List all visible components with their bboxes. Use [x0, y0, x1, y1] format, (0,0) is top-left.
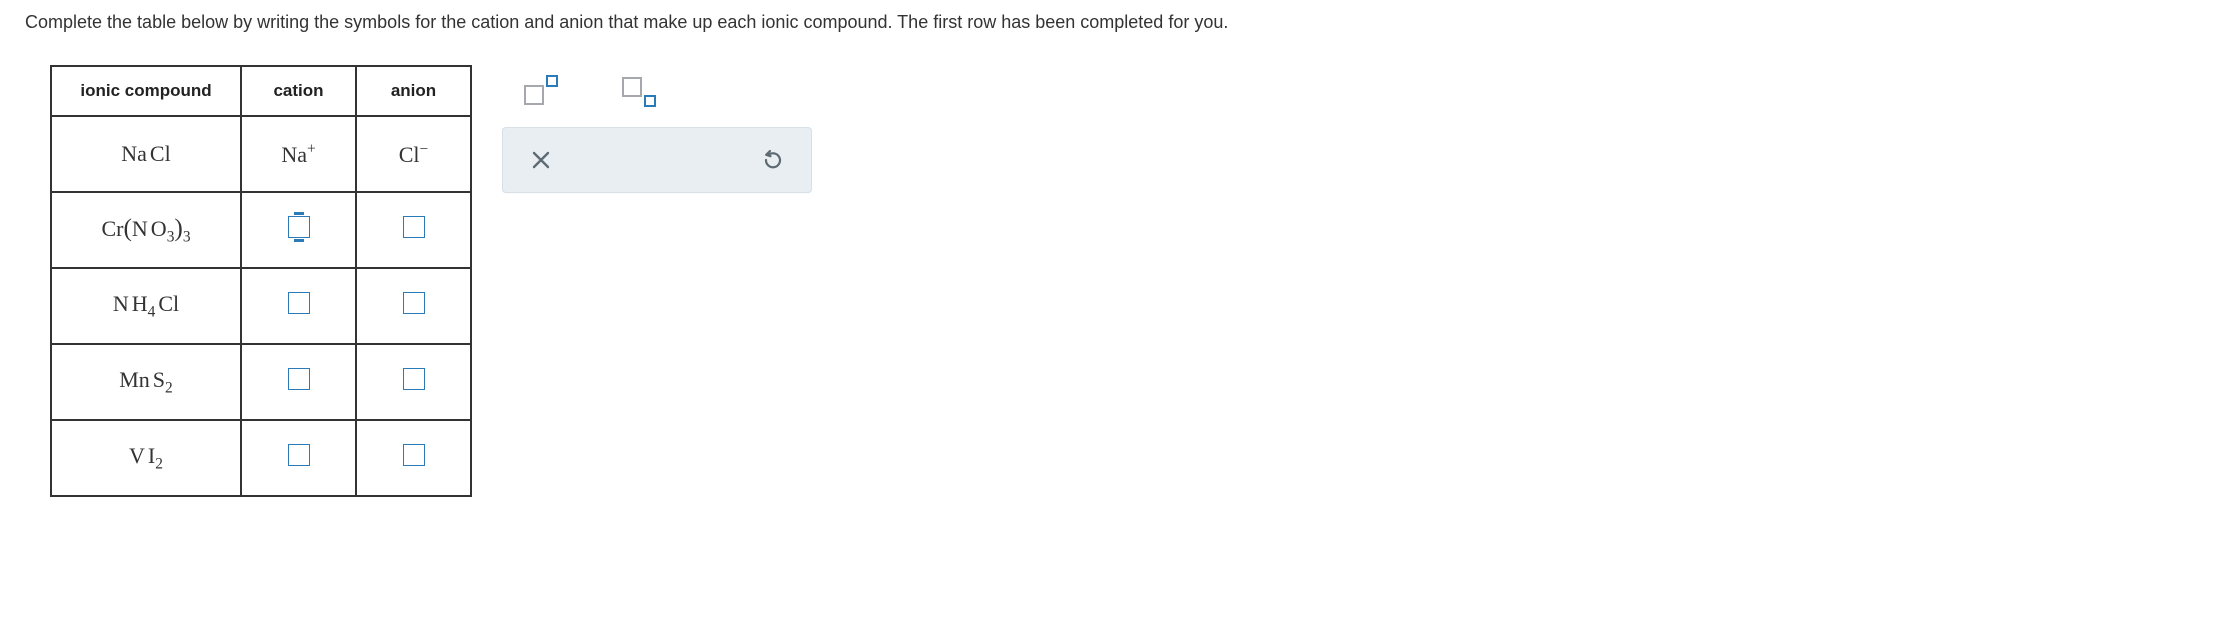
table-row: Cr(NO3)3 — [51, 192, 471, 268]
superscript-button[interactable] — [522, 75, 560, 107]
cation-cell[interactable] — [241, 420, 356, 496]
anion-input[interactable] — [403, 368, 425, 390]
compound-cell: Cr(NO3)3 — [51, 192, 241, 268]
subscript-button[interactable] — [620, 75, 658, 107]
close-icon — [529, 148, 553, 172]
compound-cell: MnS2 — [51, 344, 241, 420]
format-tool-row — [502, 65, 812, 117]
tool-panel — [502, 65, 812, 193]
cation-cell[interactable] — [241, 344, 356, 420]
anion-input[interactable] — [403, 444, 425, 466]
header-cation: cation — [241, 66, 356, 116]
anion-cell: Cl− — [356, 116, 471, 192]
anion-input[interactable] — [403, 292, 425, 314]
header-anion: anion — [356, 66, 471, 116]
cation-input[interactable] — [288, 292, 310, 314]
action-bar — [502, 127, 812, 193]
header-compound: ionic compound — [51, 66, 241, 116]
anion-cell[interactable] — [356, 420, 471, 496]
table-row: MnS2 — [51, 344, 471, 420]
table-row: VI2 — [51, 420, 471, 496]
cation-input[interactable] — [288, 368, 310, 390]
table-row: NH4Cl — [51, 268, 471, 344]
anion-cell[interactable] — [356, 192, 471, 268]
ionic-compound-table: ionic compound cation anion NaClNa+Cl−Cr… — [50, 65, 472, 497]
anion-cell[interactable] — [356, 344, 471, 420]
anion-input[interactable] — [403, 216, 425, 238]
table-row: NaClNa+Cl− — [51, 116, 471, 192]
cation-cell[interactable] — [241, 268, 356, 344]
compound-cell: NH4Cl — [51, 268, 241, 344]
cation-cell[interactable] — [241, 192, 356, 268]
cation-cell: Na+ — [241, 116, 356, 192]
cation-input[interactable] — [288, 444, 310, 466]
instruction-text: Complete the table below by writing the … — [20, 10, 2194, 35]
reset-button[interactable] — [752, 139, 794, 181]
anion-cell[interactable] — [356, 268, 471, 344]
compound-cell: VI2 — [51, 420, 241, 496]
clear-button[interactable] — [520, 139, 562, 181]
cation-input[interactable] — [288, 216, 310, 238]
undo-icon — [761, 148, 785, 172]
compound-cell: NaCl — [51, 116, 241, 192]
